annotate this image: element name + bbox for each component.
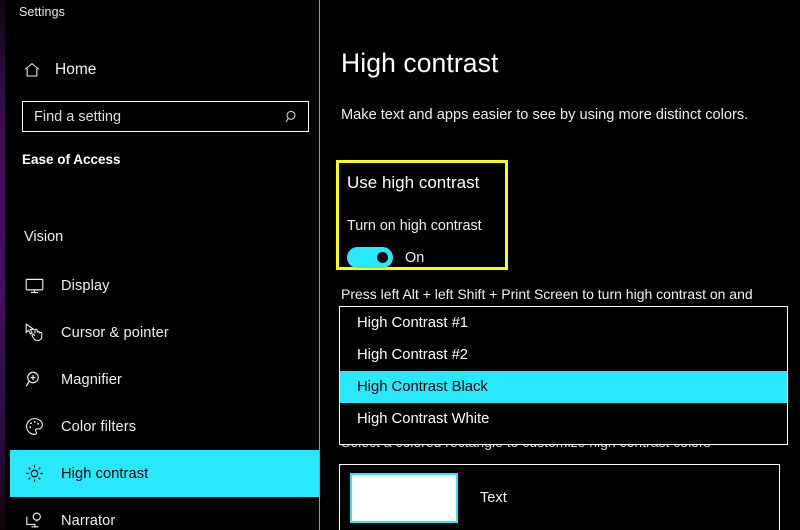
sidebar-item-magnifier[interactable]: Magnifier — [10, 356, 319, 403]
sidebar-item-label: Color filters — [61, 418, 137, 435]
list-item[interactable]: High Contrast Black — [340, 371, 787, 403]
monitor-icon — [24, 275, 45, 296]
sidebar-divider — [319, 0, 320, 530]
sidebar-item-label: Cursor & pointer — [61, 324, 169, 341]
high-contrast-toggle[interactable] — [347, 247, 393, 268]
turn-on-high-contrast-label: Turn on high contrast — [347, 218, 482, 234]
sidebar-home-label: Home — [55, 61, 97, 78]
narrator-icon — [24, 510, 45, 530]
search-icon — [284, 109, 300, 125]
home-icon — [23, 61, 41, 79]
sidebar-item-home[interactable]: Home — [15, 55, 310, 85]
list-item[interactable]: High Contrast White — [340, 403, 787, 435]
magnifier-icon — [24, 369, 45, 390]
theme-listbox[interactable]: High Contrast #1 High Contrast #2 High C… — [339, 306, 788, 445]
search-input[interactable]: Find a setting — [22, 101, 309, 132]
sidebar: Settings Home Find a setting Ease of Acc… — [5, 0, 319, 530]
search-placeholder: Find a setting — [34, 108, 122, 125]
color-swatch-panel: Text — [339, 464, 780, 530]
swatch-label: Text — [480, 490, 507, 506]
text-color-swatch[interactable] — [350, 473, 458, 523]
list-item[interactable]: High Contrast #2 — [340, 339, 787, 371]
cursor-pointer-icon — [24, 322, 45, 343]
page-description: Make text and apps easier to see by usin… — [341, 107, 749, 123]
use-high-contrast-group: Use high contrast Turn on high contrast … — [336, 160, 508, 270]
sidebar-item-high-contrast[interactable]: High contrast — [10, 450, 319, 497]
sidebar-section-title: Ease of Access — [22, 152, 121, 167]
sidebar-item-label: Display — [61, 277, 110, 294]
sidebar-item-label: Narrator — [61, 512, 116, 529]
sidebar-item-color-filters[interactable]: Color filters — [10, 403, 319, 450]
sidebar-item-label: Magnifier — [61, 371, 122, 388]
use-high-contrast-title: Use high contrast — [347, 173, 480, 192]
sidebar-item-narrator[interactable]: Narrator — [10, 497, 319, 530]
high-contrast-toggle-wrap: On — [347, 247, 424, 268]
keyboard-shortcut-hint: Press left Alt + left Shift + Print Scre… — [341, 286, 753, 302]
palette-icon — [24, 416, 45, 437]
window-edge-strip — [0, 0, 5, 530]
settings-window: Settings Home Find a setting Ease of Acc… — [0, 0, 800, 530]
sidebar-group-vision: Vision — [24, 229, 64, 245]
list-item[interactable]: High Contrast #1 — [340, 307, 787, 339]
sidebar-item-display[interactable]: Display — [10, 262, 319, 309]
sidebar-nav: Display Cursor & pointer Magnifier Color… — [10, 262, 319, 530]
brightness-icon — [24, 463, 45, 484]
main-content: High contrast Make text and apps easier … — [320, 0, 800, 530]
toggle-knob — [377, 252, 388, 263]
window-title: Settings — [19, 5, 65, 19]
page-title: High contrast — [341, 48, 499, 78]
toggle-state-label: On — [405, 249, 425, 266]
sidebar-item-cursor-pointer[interactable]: Cursor & pointer — [10, 309, 319, 356]
swatch-row: Text — [350, 473, 507, 523]
sidebar-item-label: High contrast — [61, 465, 149, 482]
